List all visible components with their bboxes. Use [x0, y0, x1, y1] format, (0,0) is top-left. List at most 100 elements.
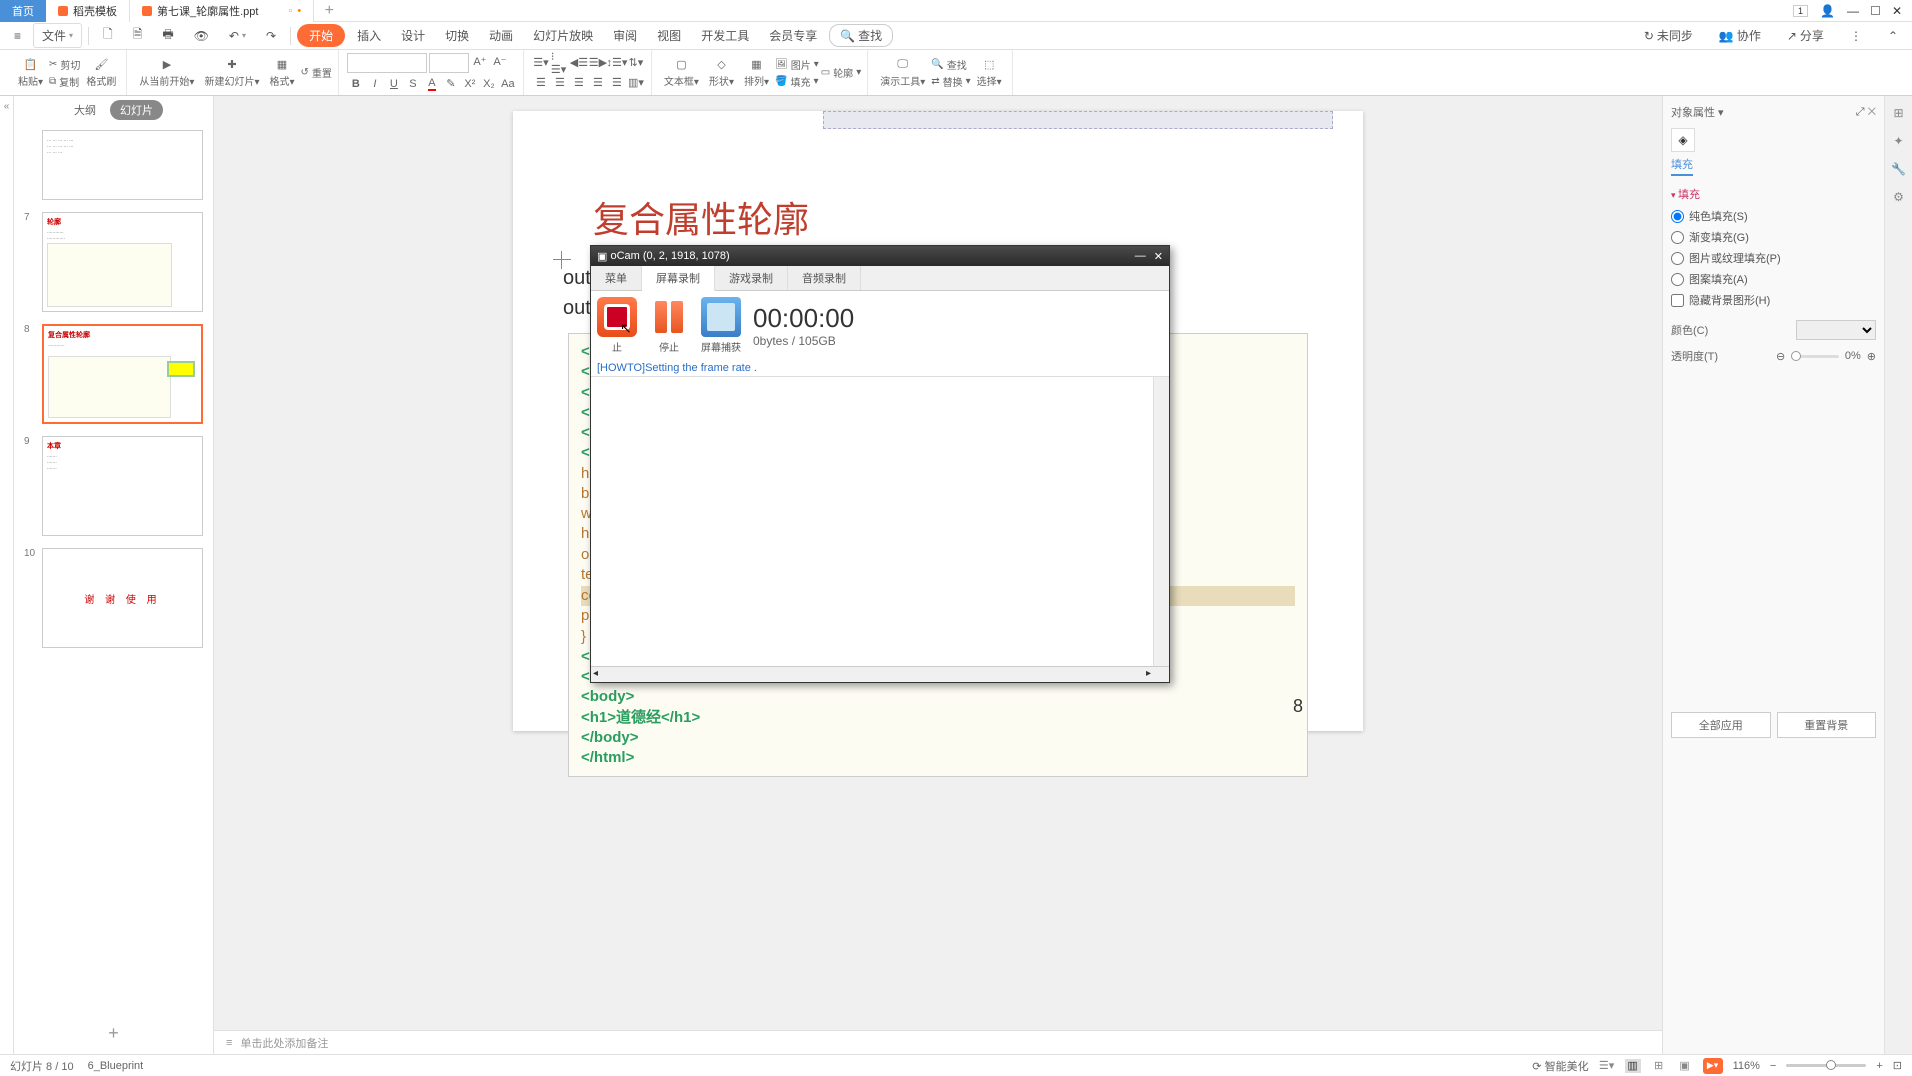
side-templates-icon[interactable]: ⊞	[1890, 104, 1908, 122]
cut-button[interactable]: ✂剪切	[49, 57, 80, 72]
slide-thumb[interactable]: ... ... ... ... ...... ... ... ... .....…	[16, 128, 211, 202]
more-icon[interactable]: ⋮	[1842, 26, 1870, 46]
rp-close-icon[interactable]: ✕	[1868, 106, 1876, 118]
ocam-titlebar[interactable]: ▣ oCam (0, 2, 1918, 1078) ―✕	[591, 246, 1169, 266]
side-animation-icon[interactable]: ✦	[1890, 132, 1908, 150]
align-left-icon[interactable]: ☰	[532, 74, 550, 92]
slide-thumb[interactable]: 10 谢 谢 使 用	[16, 546, 211, 650]
zoom-out-icon[interactable]: −	[1770, 1060, 1776, 1072]
fill-button[interactable]: 🪣填充▾	[775, 74, 819, 89]
rp-section-fill[interactable]: 填充	[1671, 186, 1876, 202]
add-slide-button[interactable]: +	[14, 1013, 213, 1054]
menu-start[interactable]: 开始	[297, 24, 345, 47]
menu-devtools[interactable]: 开发工具	[693, 24, 757, 47]
shape-button[interactable]: ◇形状▾	[705, 55, 738, 90]
slide-thumb[interactable]: 9 本章.....................	[16, 434, 211, 538]
columns-icon[interactable]: ▥▾	[627, 74, 645, 92]
reset-bg-button[interactable]: 重置背景	[1777, 712, 1877, 738]
arrange-button[interactable]: ▦排列▾	[740, 55, 773, 90]
ocam-pause-button[interactable]: 停止	[649, 297, 689, 354]
radio-solid-fill[interactable]: 纯色填充(S)	[1671, 208, 1876, 224]
ocam-tab-screen[interactable]: 屏幕录制	[642, 266, 715, 291]
slide-title[interactable]: 复合属性轮廓	[593, 191, 1323, 243]
ocam-close-icon[interactable]: ✕	[1154, 250, 1163, 263]
save-icon[interactable]: 🗋	[95, 22, 121, 49]
outline-tab[interactable]: 大纲	[64, 100, 106, 120]
ocam-scrollbar[interactable]	[1153, 377, 1169, 666]
font-size-select[interactable]	[429, 53, 469, 73]
collapse-ribbon-icon[interactable]: ⌃	[1880, 26, 1906, 46]
format-painter-button[interactable]: 🖌格式刷	[82, 55, 120, 90]
ocam-window[interactable]: ▣ oCam (0, 2, 1918, 1078) ―✕ 菜单 屏幕录制 游戏录…	[590, 245, 1170, 683]
textbox-button[interactable]: ▢文本框▾	[660, 55, 703, 90]
opacity-inc-icon[interactable]: ⊕	[1867, 350, 1876, 363]
slide-list[interactable]: ... ... ... ... ...... ... ... ... .....…	[14, 124, 213, 1013]
tab-document[interactable]: 第七课_轮廓属性.ppt▫•	[130, 0, 314, 22]
view-normal-icon[interactable]: ▥	[1625, 1059, 1641, 1073]
play-button[interactable]: ▶▾	[1703, 1058, 1723, 1074]
select-button[interactable]: ⬚选择▾	[973, 55, 1006, 90]
outline-button[interactable]: ▭轮廓▾	[821, 65, 861, 80]
view-sorter-icon[interactable]: ⊞	[1651, 1059, 1667, 1073]
opacity-dec-icon[interactable]: ⊖	[1776, 350, 1785, 363]
user-avatar-icon[interactable]: 👤	[1820, 4, 1835, 18]
share-button[interactable]: ↗分享	[1779, 24, 1832, 47]
superscript-icon[interactable]: X²	[461, 75, 479, 93]
coop-button[interactable]: 👥协作	[1711, 24, 1769, 47]
from-current-button[interactable]: ▶从当前开始▾	[135, 55, 198, 90]
radio-gradient-fill[interactable]: 渐变填充(G)	[1671, 229, 1876, 245]
highlight-icon[interactable]: ✎	[442, 75, 460, 93]
copy-button[interactable]: ⧉复制	[49, 74, 80, 89]
align-distribute-icon[interactable]: ☰	[608, 74, 626, 92]
menu-search[interactable]: 🔍查找	[829, 24, 893, 47]
tab-menu-icon[interactable]: ▫	[288, 5, 292, 17]
undo-icon[interactable]: ↶▾	[221, 26, 254, 46]
increase-font-icon[interactable]: A⁺	[471, 53, 489, 71]
view-reading-icon[interactable]: ▣	[1677, 1059, 1693, 1073]
align-right-icon[interactable]: ☰	[570, 74, 588, 92]
color-select[interactable]	[1796, 320, 1876, 340]
underline-icon[interactable]: U	[385, 75, 403, 93]
collapse-left-icon[interactable]: «	[0, 96, 14, 1054]
font-color-icon[interactable]: A	[423, 75, 441, 93]
redo-icon[interactable]: ↷	[258, 26, 284, 46]
reset-button[interactable]: ↺重置	[301, 65, 332, 80]
format-button[interactable]: ▦格式▾	[265, 55, 298, 90]
menu-view[interactable]: 视图	[649, 24, 689, 47]
notes-bar[interactable]: ≡ 单击此处添加备注	[214, 1030, 1662, 1054]
window-min-icon[interactable]: ―	[1847, 4, 1859, 18]
tab-home[interactable]: 首页	[0, 0, 46, 22]
view-notes-icon[interactable]: ☰▾	[1599, 1059, 1615, 1073]
text-direction-icon[interactable]: ⇅▾	[627, 54, 645, 72]
apply-all-button[interactable]: 全部应用	[1671, 712, 1771, 738]
menu-slideshow[interactable]: 幻灯片放映	[525, 24, 601, 47]
zoom-slider[interactable]	[1786, 1064, 1866, 1067]
ocam-tab-audio[interactable]: 音频录制	[788, 266, 861, 290]
opacity-slider[interactable]	[1791, 355, 1839, 358]
fit-window-icon[interactable]: ⊡	[1893, 1059, 1902, 1072]
ocam-tab-game[interactable]: 游戏录制	[715, 266, 788, 290]
side-settings-icon[interactable]: ⚙	[1890, 188, 1908, 206]
radio-picture-fill[interactable]: 图片或纹理填充(P)	[1671, 250, 1876, 266]
font-family-select[interactable]	[347, 53, 427, 73]
indent-inc-icon[interactable]: ☰▶	[589, 54, 607, 72]
unsync-button[interactable]: ↻未同步	[1636, 24, 1701, 47]
ocam-log-area[interactable]	[591, 376, 1169, 666]
ocam-capture-button[interactable]: 屏幕捕获	[701, 297, 741, 354]
decrease-font-icon[interactable]: A⁻	[491, 53, 509, 71]
align-justify-icon[interactable]: ☰	[589, 74, 607, 92]
bold-icon[interactable]: B	[347, 75, 365, 93]
replace-button[interactable]: ⇄替换▾	[931, 74, 970, 89]
file-menu[interactable]: 文件▾	[33, 23, 82, 48]
find-button[interactable]: 🔍查找	[931, 57, 970, 72]
badge-icon[interactable]: 1	[1793, 5, 1808, 17]
rp-fill-tab[interactable]: 填充	[1671, 156, 1693, 176]
zoom-in-icon[interactable]: +	[1876, 1060, 1882, 1072]
indent-dec-icon[interactable]: ◀☰	[570, 54, 588, 72]
menu-transition[interactable]: 切换	[437, 24, 477, 47]
save-as-icon[interactable]: 🗎	[125, 22, 151, 49]
radio-pattern-fill[interactable]: 图案填充(A)	[1671, 271, 1876, 287]
ocam-record-button[interactable]: 止	[597, 297, 637, 354]
side-tools-icon[interactable]: 🔧	[1890, 160, 1908, 178]
beautify-button[interactable]: ⟳ 智能美化	[1532, 1058, 1588, 1074]
